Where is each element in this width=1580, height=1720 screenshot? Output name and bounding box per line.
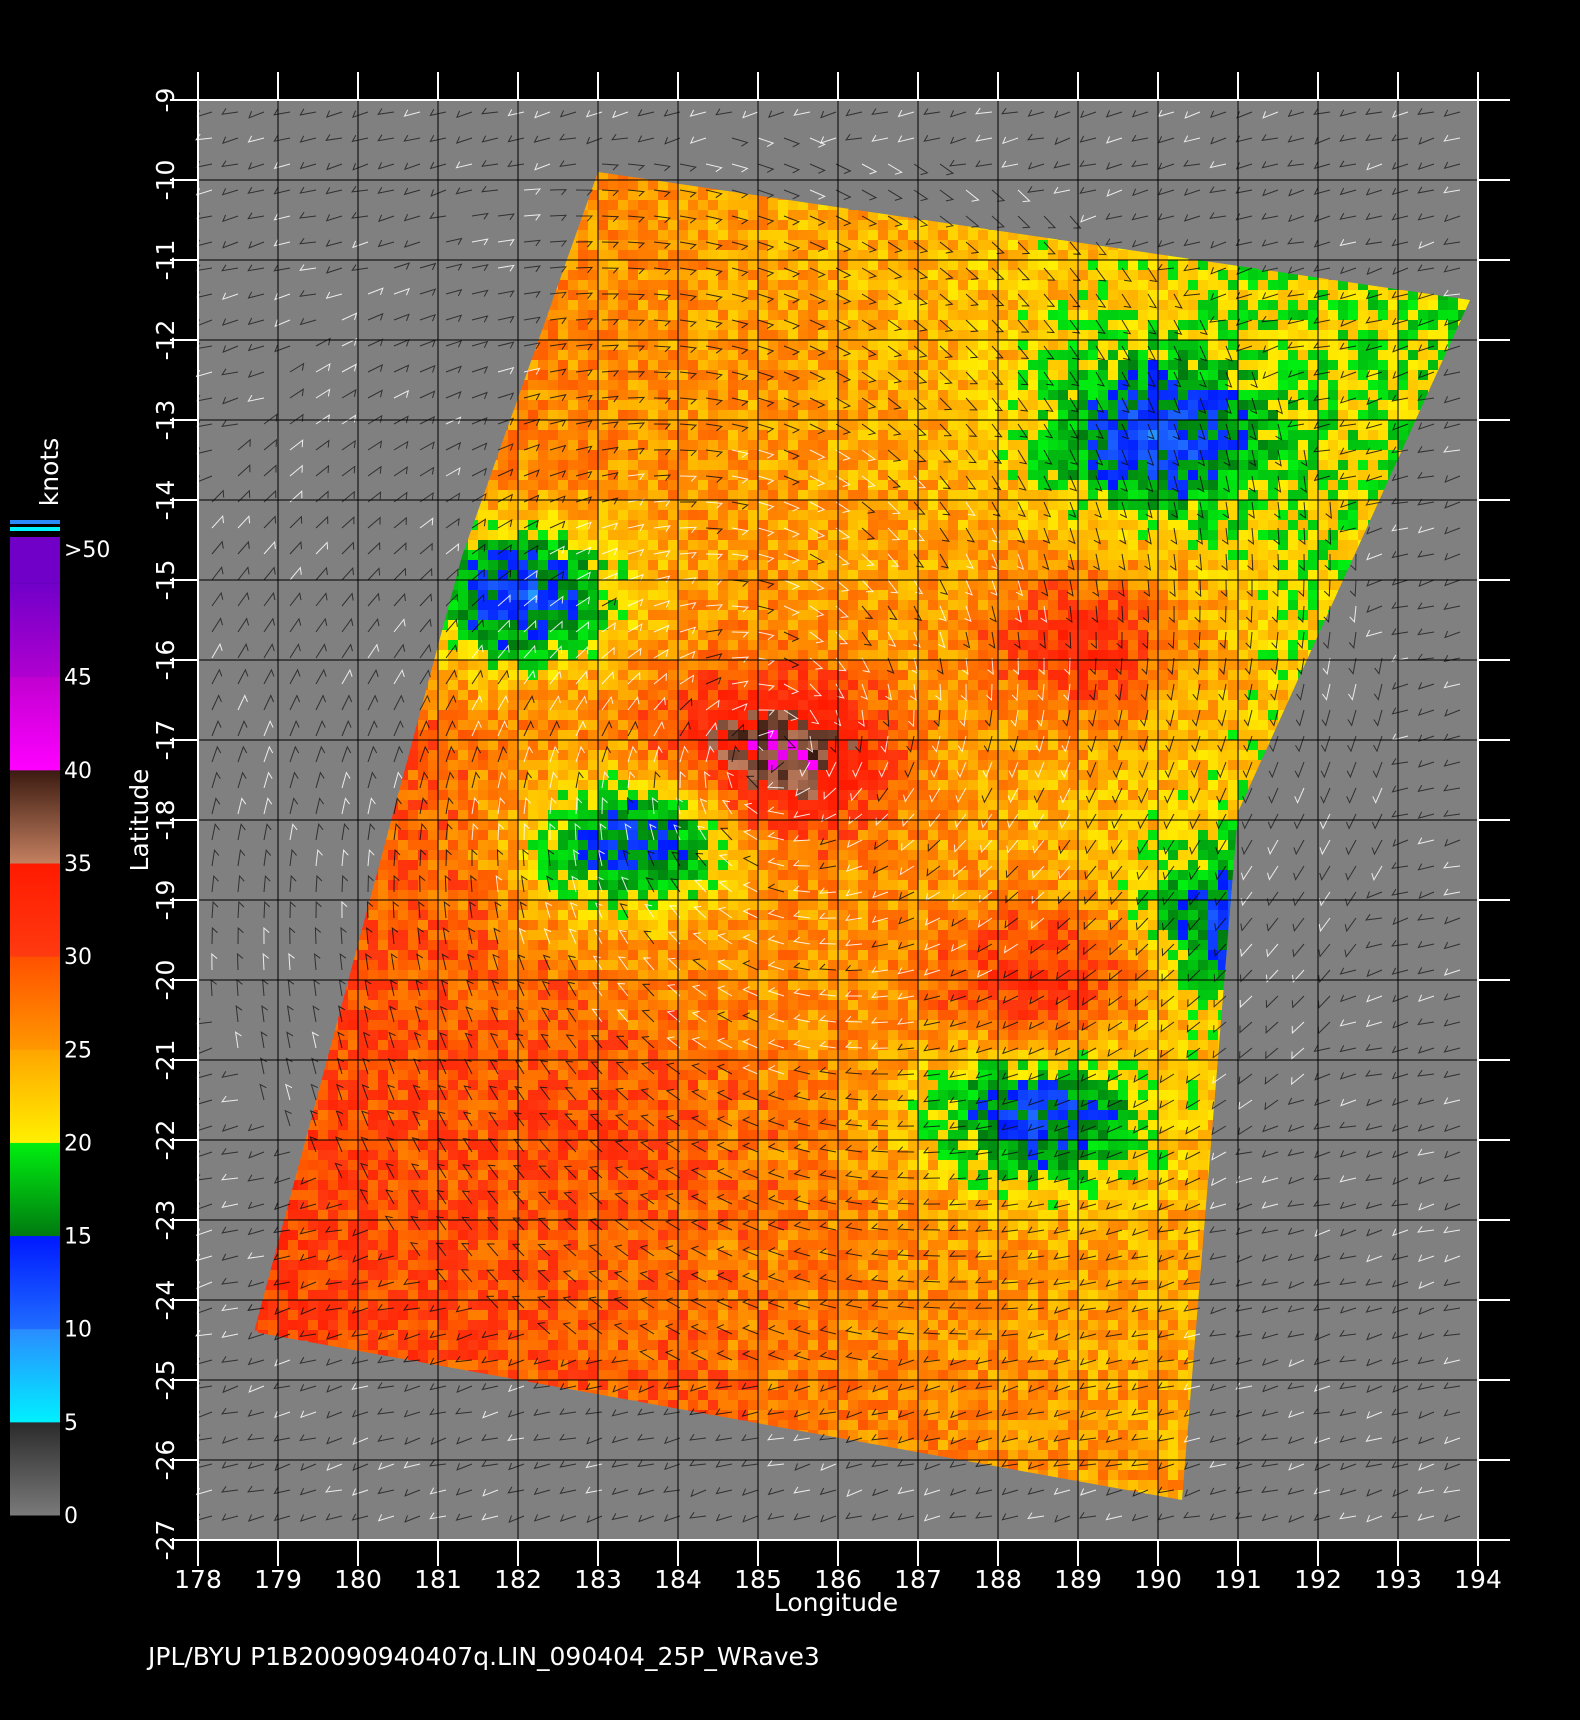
y-tick-label: -14 <box>151 480 180 521</box>
colorbar-tick-label: 5 <box>64 1411 78 1436</box>
y-tick-label: -10 <box>151 160 180 201</box>
x-tick-label: 180 <box>334 1565 382 1594</box>
x-axis-label: Longitude <box>774 1588 898 1617</box>
y-tick-label: -17 <box>151 720 180 761</box>
colorbar-band <box>10 1049 60 1143</box>
colorbar-band <box>10 1235 60 1330</box>
y-tick-label: -19 <box>151 880 180 921</box>
y-tick-label: -27 <box>151 1520 180 1561</box>
x-tick-label: 191 <box>1214 1565 1262 1594</box>
y-tick-label: -26 <box>151 1440 180 1481</box>
colorbar-tick-label: 30 <box>64 945 92 970</box>
x-tick-label: 184 <box>654 1565 702 1594</box>
colorbar-title: knots <box>35 438 64 506</box>
colorbar-tick-label: 15 <box>64 1225 92 1250</box>
colorbar-top-marker <box>10 520 60 524</box>
x-tick-label: 194 <box>1454 1565 1502 1594</box>
x-tick-label: 192 <box>1294 1565 1342 1594</box>
y-tick-label: -23 <box>151 1200 180 1241</box>
colorbar-band <box>10 863 60 957</box>
y-tick-label: -13 <box>151 400 180 441</box>
colorbar-band <box>10 1421 60 1516</box>
y-tick-label: -15 <box>151 560 180 601</box>
x-tick-label: 193 <box>1374 1565 1422 1594</box>
y-tick-label: -12 <box>151 320 180 361</box>
colorbar-tick-label: 10 <box>64 1318 92 1343</box>
y-tick-label: -22 <box>151 1120 180 1161</box>
y-tick-label: -11 <box>151 240 180 281</box>
x-tick-label: 188 <box>974 1565 1022 1594</box>
wind-map-svg: 178 179 180 181 182 183 184 185 186 187 188 189 190 1… <box>10 72 1510 1617</box>
y-tick-label: -18 <box>151 800 180 841</box>
x-tick-label: 178 <box>174 1565 222 1594</box>
x-tick-label: 187 <box>894 1565 942 1594</box>
x-tick-label: 179 <box>254 1565 302 1594</box>
colorbar-tick-label: 35 <box>64 852 92 877</box>
colorbar-band <box>10 769 60 864</box>
colorbar-band <box>10 676 60 771</box>
y-tick-label: -16 <box>151 640 180 681</box>
colorbar: knots 0 5 10 15 20 25 30 35 40 45 >50 <box>10 438 110 1529</box>
colorbar-top-marker <box>10 527 60 531</box>
colorbar-band <box>10 1142 60 1237</box>
y-tick-label: -21 <box>151 1040 180 1081</box>
colorbar-band <box>10 583 60 678</box>
colorbar-tick-label: >50 <box>64 538 110 563</box>
x-tick-label: 181 <box>414 1565 462 1594</box>
x-tick-label: 182 <box>494 1565 542 1594</box>
x-tick-label: 190 <box>1134 1565 1182 1594</box>
y-axis-label: Latitude <box>125 769 154 872</box>
colorbar-tick-label: 0 <box>64 1504 78 1529</box>
colorbar-tick-label: 40 <box>64 759 92 784</box>
data-source-caption: JPL/BYU P1B20090940407q.LIN_090404_25P_W… <box>148 1642 820 1671</box>
colorbar-band <box>10 1328 60 1423</box>
wind-map-figure: 178 179 180 181 182 183 184 185 186 187 188 189 190 1… <box>0 0 1580 1720</box>
y-tick-label: -25 <box>151 1360 180 1401</box>
colorbar-band <box>10 537 60 584</box>
x-tick-label: 189 <box>1054 1565 1102 1594</box>
y-tick-label: -24 <box>151 1280 180 1321</box>
colorbar-tick-label: 25 <box>64 1038 92 1063</box>
colorbar-tick-label: 20 <box>64 1131 92 1156</box>
colorbar-band <box>10 956 60 1050</box>
y-tick-label: -20 <box>151 960 180 1001</box>
x-tick-label: 183 <box>574 1565 622 1594</box>
y-tick-label: -9 <box>151 88 180 113</box>
colorbar-tick-label: 45 <box>64 666 92 691</box>
